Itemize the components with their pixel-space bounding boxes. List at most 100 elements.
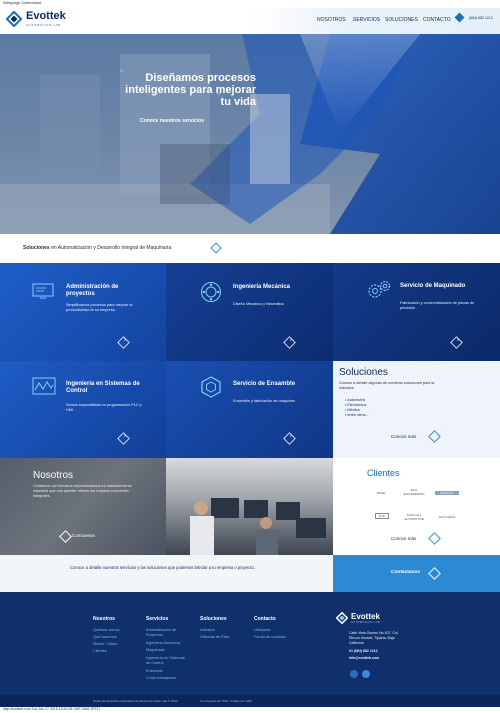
phone-link[interactable]: (664) 682 1212 xyxy=(454,12,493,23)
client-logo: ECO ENGINEERING xyxy=(403,488,425,496)
soluciones-desc: Conoce a detalle algunas de nuestras sol… xyxy=(339,381,435,390)
intro-lead: Soluciones xyxy=(23,245,50,251)
footer-link[interactable]: Misión / Visión xyxy=(93,642,117,647)
nosotros-title: Nosotros xyxy=(33,470,74,481)
contact-text: Conoce a detalle nuestros servicios y la… xyxy=(70,565,256,570)
client-logo: RAYTHEON xyxy=(438,515,456,519)
photo-technician xyxy=(0,458,166,555)
arrow-icon[interactable] xyxy=(428,532,441,545)
soluciones-more-link[interactable]: Conoce más xyxy=(391,434,416,439)
client-logo: ETP xyxy=(375,513,389,519)
service-tile-mecanica[interactable]: Ingeniería Mecánica Diseño Mecánico y Ne… xyxy=(166,263,333,361)
service-tile-maquinado[interactable]: Servicio de Maquinado Fabricación y come… xyxy=(333,263,500,361)
logo-diamond-icon xyxy=(6,11,22,27)
soluciones-card: Soluciones Conoce a detalle algunas de n… xyxy=(333,361,500,458)
footer-link[interactable]: Ingeniería en Sistemas de Control xyxy=(146,656,190,666)
intro-text: Soluciones en Automatización y Desarroll… xyxy=(23,245,171,251)
clientes-section: Clientes BOSE ECO ENGINEERING Medtronic … xyxy=(333,458,500,555)
footer-link[interactable]: Quiénes somos xyxy=(93,628,119,633)
hexagon-icon xyxy=(201,376,221,398)
footer-credit: Un proyecto de: PKG. Código por: RKit xyxy=(200,699,253,703)
arrow-icon[interactable] xyxy=(450,336,463,349)
service-tile-control[interactable]: Ingeniería en Sistemas de Control Somos … xyxy=(0,361,166,458)
service-title: Ingeniería Mecánica xyxy=(233,284,291,290)
footer-link[interactable]: Como trabajamos xyxy=(146,676,176,681)
footer-heading: Soluciones xyxy=(200,616,227,622)
footer-link[interactable]: Clientes xyxy=(93,649,107,654)
service-title: Ingeniería en Sistemas de Control xyxy=(66,381,140,394)
footer-link[interactable]: Ubicación xyxy=(254,628,271,633)
service-desc: Diseño Mecánico y Neumático xyxy=(233,302,285,306)
address-line: California xyxy=(349,641,364,645)
logo-tagline: AUTOMATION LAB xyxy=(26,23,61,27)
gears-icon xyxy=(368,280,391,298)
footer-link[interactable]: Forma de contacto xyxy=(254,635,286,640)
service-desc: Ensamble y fabricación de maquinas xyxy=(233,399,296,403)
footer-logo-tagline: AUTOMATION LAB xyxy=(351,620,380,624)
arrow-icon[interactable] xyxy=(117,432,130,445)
browser-caption: Webpage Screenshot xyxy=(3,0,42,5)
service-tile-ensamble[interactable]: Servicio de Ensamble Ensamble y fabricac… xyxy=(166,361,333,458)
footer-copyright: Todos los derechos reservados Evottek Au… xyxy=(93,699,178,703)
bearing-icon xyxy=(201,282,221,302)
footer-heading: Contacto xyxy=(254,616,276,622)
arrow-icon[interactable] xyxy=(283,432,296,445)
phone-icon xyxy=(454,12,465,23)
service-desc: Fabricación y comercialización de piezas… xyxy=(400,301,475,310)
photo-engineers xyxy=(166,458,333,555)
service-tile-admin[interactable]: Administración de proyectos Simplificamo… xyxy=(0,263,166,361)
phone-number: (664) 682 1212 xyxy=(469,15,493,20)
hero-cta-link[interactable]: Conoce nuestros servicios xyxy=(140,118,204,124)
hero-graphic xyxy=(0,34,500,234)
service-title: Servicio de Ensamble xyxy=(233,381,296,387)
engineers-photo-graphic xyxy=(190,498,326,555)
contact-button[interactable]: Contáctanos xyxy=(333,555,500,592)
twitter-icon[interactable] xyxy=(362,670,370,678)
facebook-icon[interactable] xyxy=(350,670,358,678)
footer-link[interactable]: Ensamble xyxy=(146,669,163,674)
logo-name: Evottek xyxy=(26,10,66,22)
footer-link[interactable]: Industria xyxy=(200,628,215,633)
footer-link[interactable]: Historias de Éxito xyxy=(200,635,230,640)
service-desc: Simplificamos procesos para mejorar la p… xyxy=(66,303,133,312)
nav-contacto[interactable]: CONTACTO xyxy=(423,17,451,23)
soluciones-list: • Automotriz • Electrónica • Médica • en… xyxy=(345,398,369,418)
clientes-more-link[interactable]: Conoce más xyxy=(391,536,416,541)
footer-link[interactable]: Administración de Proyectos xyxy=(146,628,188,638)
logo[interactable]: Evottek AUTOMATION LAB xyxy=(6,11,66,27)
monitor-icon xyxy=(32,283,54,299)
contact-strip xyxy=(0,555,333,592)
arrow-icon[interactable] xyxy=(117,336,130,349)
nosotros-desc: Contamos con técnicos experimentados en … xyxy=(33,484,132,498)
contact-button-label: Contáctanos xyxy=(391,570,421,575)
nav-servicios[interactable]: SERVICIOS xyxy=(353,17,380,23)
footer xyxy=(0,592,500,695)
footer-email[interactable]: info@evottek.com xyxy=(349,656,419,661)
arrow-icon[interactable] xyxy=(283,336,296,349)
service-desc: Somos especialistas en programación PLC … xyxy=(66,403,142,412)
wave-icon xyxy=(32,377,56,395)
client-logo: BOSE xyxy=(376,491,386,495)
footer-logo[interactable]: Evottek AUTOMATION LAB xyxy=(336,612,380,624)
footer-heading: Servicios xyxy=(146,616,169,622)
nav-nosotros[interactable]: NOSOTROS xyxy=(317,17,346,23)
footer-link[interactable]: Maquinado xyxy=(146,648,165,653)
footer-logo-name: Evottek xyxy=(351,611,380,621)
arrow-icon xyxy=(428,567,441,580)
client-logo: Flextronics AUTOMOTIVE xyxy=(404,513,424,521)
arrow-icon[interactable] xyxy=(428,430,441,443)
nav-soluciones[interactable]: SOLUCIONES xyxy=(385,17,418,23)
url-caption: http://evottek.com Tue Jan 27 2015 13:50… xyxy=(3,707,100,711)
footer-link[interactable]: Ingeniería Mecánica xyxy=(146,641,180,646)
service-title: Servicio de Maquinado xyxy=(400,283,466,289)
list-item: • entre otros... xyxy=(345,413,369,417)
hero-title: Diseñamos procesos inteligentes para mej… xyxy=(125,72,256,108)
clientes-title: Clientes xyxy=(367,468,400,478)
footer-address: Calle Vista Osorno No 107, Col. Rincon D… xyxy=(349,631,419,661)
footer-link[interactable]: Qué hacemos xyxy=(93,635,117,640)
hero: “ ” Diseñamos procesos inteligentes para… xyxy=(0,34,500,234)
soluciones-title: Soluciones xyxy=(339,367,388,378)
footer-phone: 01 (664) 682 1212 xyxy=(349,649,378,653)
nosotros-section: Nosotros Contamos con técnicos experimen… xyxy=(0,458,333,555)
nosotros-cta-link[interactable]: Conócenos xyxy=(72,533,95,538)
